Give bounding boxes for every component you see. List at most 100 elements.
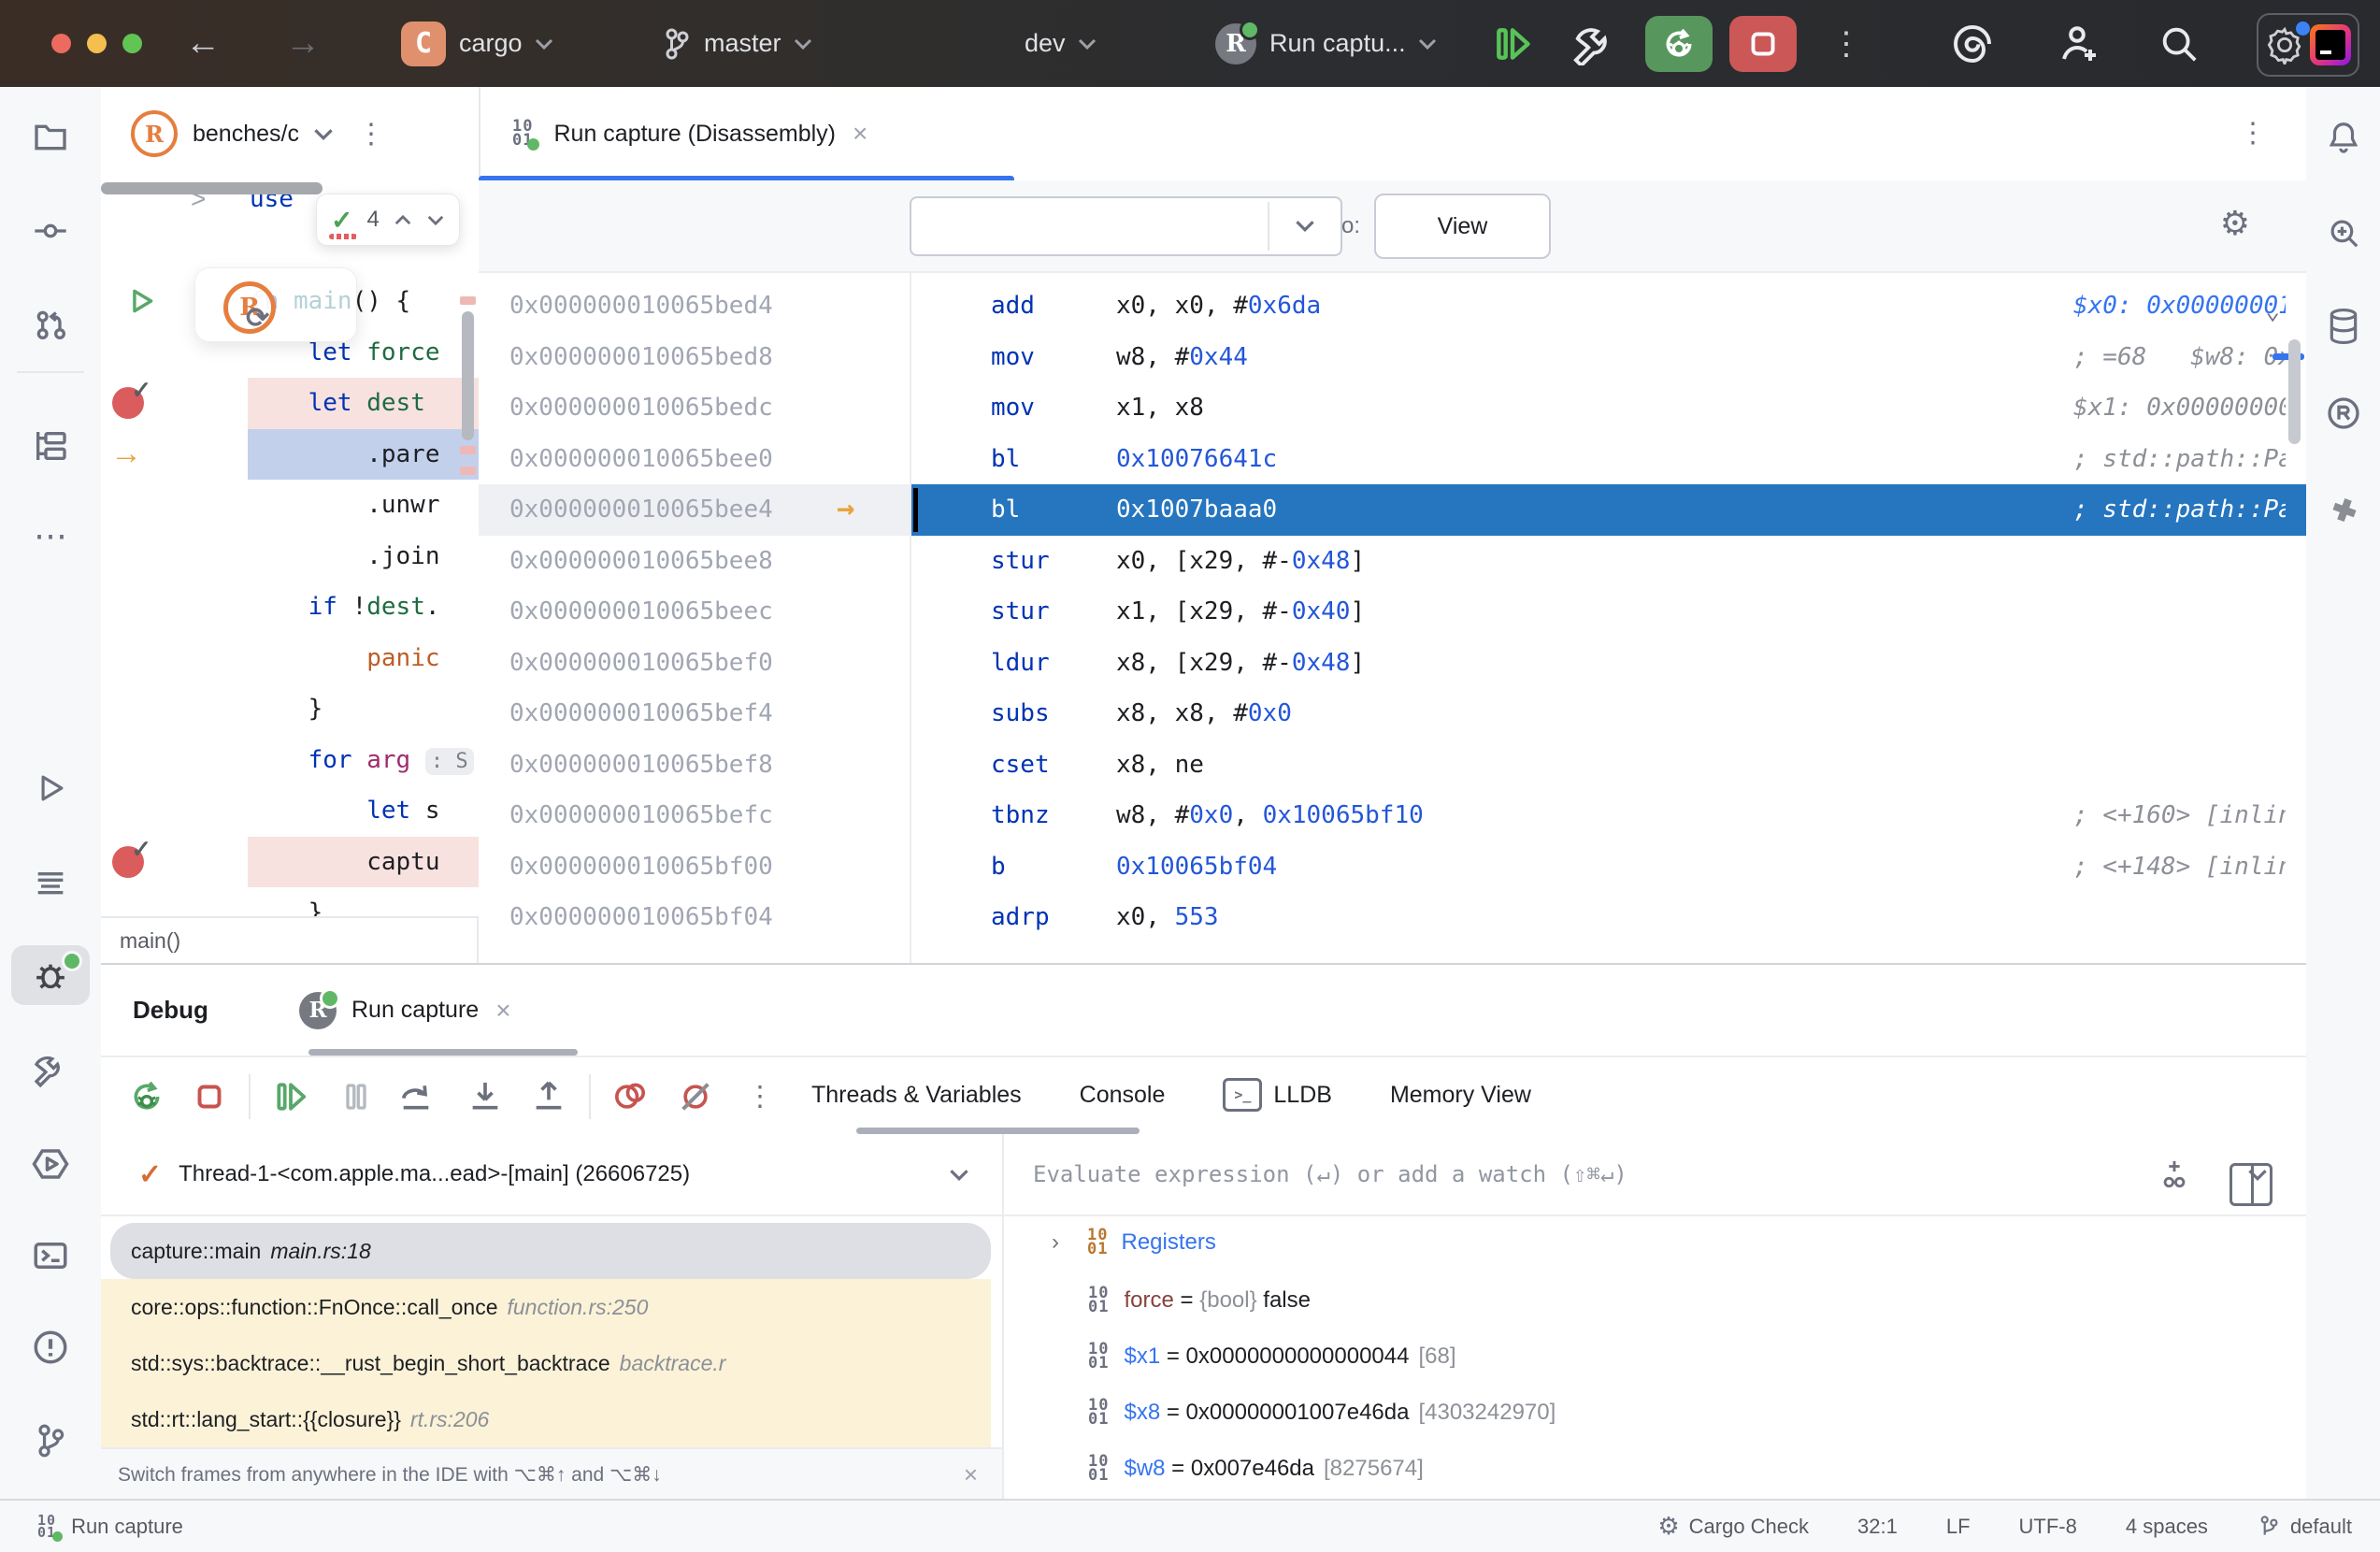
- dependencies-puzzle-icon[interactable]: [2326, 493, 2361, 528]
- more-tool-windows-icon[interactable]: ⋯: [34, 516, 67, 555]
- instruction-body[interactable]: ldurx8, [x29, #-0x48]: [911, 638, 2306, 689]
- tab-lldb[interactable]: >_LLDB: [1223, 1078, 1332, 1112]
- view-breakpoints-icon[interactable]: [611, 1078, 649, 1115]
- resume-program-button[interactable]: [1492, 0, 1533, 87]
- structure-icon[interactable]: [32, 427, 69, 465]
- debug-session-tab[interactable]: R Run capture ×: [299, 965, 511, 1056]
- code-line[interactable]: .unwr: [101, 480, 479, 531]
- instruction-body[interactable]: bl0x10076641c; std::path::Path::new at p…: [911, 434, 2306, 485]
- pull-requests-icon[interactable]: [32, 306, 69, 343]
- resume-icon[interactable]: [273, 1079, 308, 1114]
- rerun-debug-button[interactable]: [1645, 0, 1713, 87]
- disassembly-row[interactable]: 0x000000010065bee4→bl0x1007baaa0; std::p…: [479, 484, 2306, 536]
- close-icon[interactable]: ×: [964, 1460, 978, 1489]
- frames-list[interactable]: capture::mainmain.rs:18core::ops::functi…: [101, 1214, 1002, 1447]
- thread-selector[interactable]: ✓ Thread-1-<com.apple.ma...ead>-[main] (…: [101, 1134, 1002, 1216]
- caret-position[interactable]: 32:1: [1857, 1515, 1898, 1539]
- database-icon[interactable]: [2326, 307, 2361, 346]
- instruction-body[interactable]: addx0, x0, #0x6da$x0: 0x00000001007e46da…: [911, 280, 2306, 332]
- project-widget[interactable]: C cargo: [401, 0, 554, 87]
- instruction-body[interactable]: movx1, x8$x1: 0x0000000000000044 [68] $x…: [911, 382, 2306, 434]
- editor-scrollbar-thumb[interactable]: [462, 311, 474, 440]
- disassembly-row[interactable]: 0x000000010065bee8sturx0, [x29, #-0x48]: [479, 536, 2306, 587]
- disassembly-row[interactable]: 0x000000010065befctbnzw8, #0x0, 0x10065b…: [479, 790, 2306, 841]
- code-line[interactable]: captu: [101, 837, 479, 888]
- code-line[interactable]: for arg : S: [101, 735, 479, 786]
- vcs-branch-widget[interactable]: default: [2257, 1514, 2352, 1540]
- stack-frame[interactable]: std::sys::backtrace::__rust_begin_short_…: [101, 1335, 991, 1391]
- execution-pointer-icon[interactable]: →: [110, 429, 142, 481]
- instruction-body[interactable]: bl0x1007baaa0; std::path::Path::parent […: [911, 484, 2306, 536]
- disassembly-tab[interactable]: 1001 Run capture (Disassembly) ×: [479, 87, 867, 180]
- step-over-icon[interactable]: [397, 1078, 435, 1115]
- tab-options-kebab-icon[interactable]: ⋮: [357, 118, 385, 151]
- instruction-body[interactable]: b0x10065bf04; <+148> [inlined] core::opt…: [911, 841, 2306, 893]
- terminal-icon[interactable]: [31, 1236, 70, 1275]
- instruction-body[interactable]: movw8, #0x44; =68 $w8: 0x007e46da [82756…: [911, 332, 2306, 383]
- chevron-down-icon[interactable]: [312, 127, 335, 141]
- status-run-config[interactable]: 1001 Run capture: [37, 1515, 183, 1539]
- profile-selector[interactable]: dev: [1025, 0, 1097, 87]
- code-line[interactable]: }: [101, 683, 479, 735]
- code-line[interactable]: .pare: [101, 429, 479, 481]
- notifications-bell-icon[interactable]: [2326, 120, 2361, 155]
- inspections-widget[interactable]: ✓ 4: [316, 194, 460, 246]
- evaluate-expression-input[interactable]: Evaluate expression (↵) or add a watch (…: [1002, 1134, 2306, 1216]
- zoom-window-button[interactable]: [122, 34, 142, 53]
- search-everywhere-button[interactable]: [2158, 0, 2201, 87]
- code-line[interactable]: let dest: [101, 378, 479, 429]
- vcs-widget[interactable]: master: [659, 0, 813, 87]
- cargo-check-widget[interactable]: ⚙Cargo Check: [1657, 1512, 1809, 1541]
- editor-kebab-icon[interactable]: ⋮: [2239, 117, 2267, 150]
- stack-frame[interactable]: capture::mainmain.rs:18: [110, 1223, 991, 1279]
- disassembly-row[interactable]: 0x000000010065bf04adrpx0, 553: [479, 892, 2306, 943]
- project-folder-icon[interactable]: [32, 119, 69, 156]
- breadcrumb[interactable]: main(): [101, 916, 479, 963]
- build-button[interactable]: [1572, 0, 1615, 87]
- more-kebab-icon[interactable]: ⋮: [1830, 0, 1862, 87]
- tab-threads-variables[interactable]: Threads & Variables: [811, 1082, 1022, 1109]
- profiler-icon[interactable]: [31, 1144, 70, 1184]
- chevron-down-icon[interactable]: [2246, 1168, 2269, 1182]
- run-icon[interactable]: [33, 770, 68, 806]
- chevron-down-icon[interactable]: [948, 1168, 970, 1182]
- disassembly-row[interactable]: 0x000000010065bee0bl0x10076641c; std::pa…: [479, 434, 2306, 485]
- code-line[interactable]: }: [101, 887, 479, 916]
- back-arrow-icon[interactable]: ←: [185, 0, 221, 87]
- disassembly-scrollbar-thumb[interactable]: [2288, 339, 2301, 444]
- expand-chevron-icon[interactable]: ⌄: [2265, 297, 2280, 325]
- source-editor[interactable]: usefn main() { let force let dest .pare …: [101, 180, 480, 916]
- instruction-body[interactable]: adrpx0, 553: [911, 892, 2306, 943]
- disassembly-row[interactable]: 0x000000010065bef4subsx8, x8, #0x0: [479, 688, 2306, 740]
- tab-console[interactable]: Console: [1080, 1082, 1166, 1109]
- rust-crates-icon[interactable]: [2325, 395, 2362, 432]
- disassembly-row[interactable]: 0x000000010065bef0ldurx8, [x29, #-0x48]: [479, 638, 2306, 689]
- ai-assistant-button[interactable]: [1950, 0, 1995, 87]
- run-gutter-icon[interactable]: [125, 276, 157, 327]
- debug-more-kebab-icon[interactable]: ⋮: [746, 1081, 774, 1114]
- view-button[interactable]: View: [1374, 194, 1551, 259]
- indent-setting[interactable]: 4 spaces: [2126, 1515, 2208, 1539]
- registers-node[interactable]: › 1001 Registers: [1002, 1214, 2306, 1271]
- code-line[interactable]: .join: [101, 531, 479, 582]
- goto-address-input[interactable]: [910, 196, 1342, 256]
- variables-tree[interactable]: › 1001 Registers 1001force = {bool} fals…: [1002, 1214, 2306, 1501]
- step-out-icon[interactable]: [530, 1078, 567, 1115]
- next-problem-icon[interactable]: [426, 214, 445, 226]
- code-line[interactable]: let s: [101, 785, 479, 837]
- file-encoding[interactable]: UTF-8: [2019, 1515, 2077, 1539]
- step-into-icon[interactable]: [466, 1078, 504, 1115]
- disassembly-row[interactable]: 0x000000010065bf00b0x10065bf04; <+148> […: [479, 841, 2306, 893]
- disassembly-row[interactable]: 0x000000010065bedcmovx1, x8$x1: 0x000000…: [479, 382, 2306, 434]
- code-line[interactable]: panic: [101, 633, 479, 684]
- rerun-debug-icon[interactable]: [128, 1078, 165, 1115]
- prev-problem-icon[interactable]: [394, 214, 412, 226]
- breakpoint-icon[interactable]: [112, 378, 144, 429]
- stack-frame[interactable]: std::rt::lang_start::{{closure}}rt.rs:20…: [101, 1391, 991, 1447]
- disassembly-row[interactable]: 0x000000010065bed8movw8, #0x44; =68 $w8:…: [479, 332, 2306, 383]
- minimize-window-button[interactable]: [87, 34, 107, 53]
- chevron-down-icon[interactable]: [1294, 219, 1316, 233]
- run-config-selector[interactable]: R Run captu...: [1215, 0, 1438, 87]
- instruction-body[interactable]: subsx8, x8, #0x0: [911, 688, 2306, 740]
- variable-row[interactable]: 1001force = {bool} false: [1002, 1272, 2306, 1329]
